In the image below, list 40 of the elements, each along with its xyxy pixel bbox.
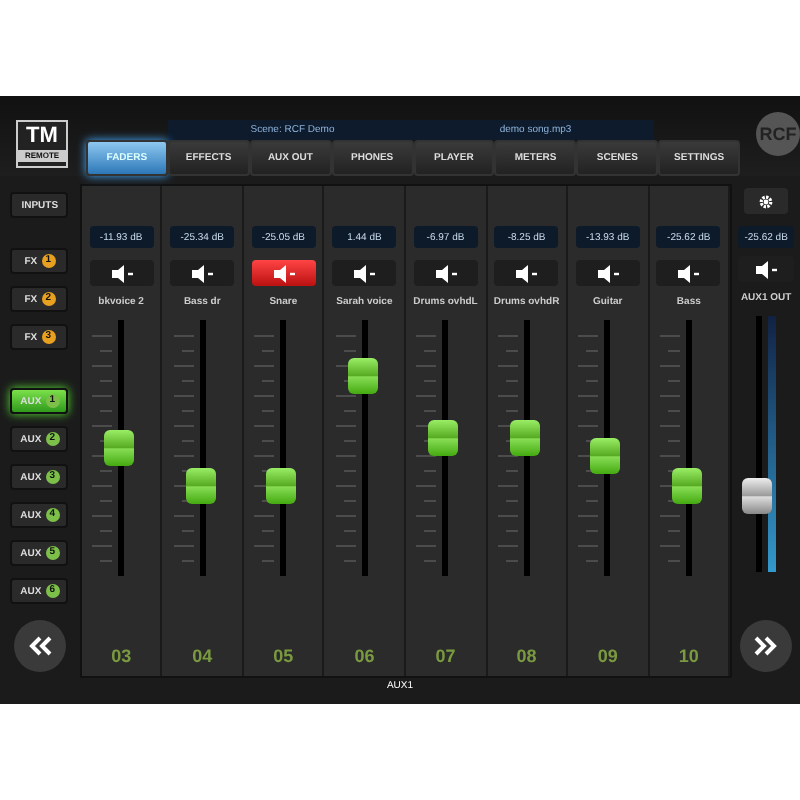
mute-button[interactable] (413, 260, 478, 286)
channel-number: 03 (111, 646, 132, 666)
fader-knob[interactable] (671, 468, 702, 505)
settings-icon (758, 193, 775, 209)
settings-button[interactable] (744, 188, 789, 214)
fader-knob[interactable] (104, 430, 135, 466)
speaker-icon (109, 263, 134, 283)
speaker-icon (676, 263, 701, 283)
mute-button[interactable] (170, 260, 235, 286)
mute-button[interactable] (251, 260, 316, 286)
mute-button[interactable] (89, 260, 154, 286)
speaker-icon (352, 263, 377, 283)
fader-knob[interactable] (590, 437, 621, 474)
speaker-icon (271, 263, 296, 283)
mute-button[interactable] (656, 260, 721, 286)
fader-knob[interactable] (347, 358, 378, 395)
speaker-icon (514, 263, 539, 283)
speaker-icon (754, 259, 779, 279)
fader-knob[interactable] (428, 419, 459, 456)
previous-page-button[interactable] (13, 620, 66, 672)
channel-number: 08 (516, 646, 537, 666)
channel-number: 07 (435, 646, 456, 666)
fader-knob[interactable] (742, 477, 773, 514)
mute-button[interactable] (332, 260, 397, 286)
channel-number: 05 (273, 646, 294, 666)
fader-knob[interactable] (185, 468, 216, 505)
channel-number: 06 (354, 646, 375, 666)
channel-number: 09 (597, 646, 618, 666)
speaker-icon (433, 263, 458, 283)
speaker-icon (595, 263, 620, 283)
next-page-button[interactable] (740, 620, 793, 672)
fader-knob[interactable] (266, 468, 297, 505)
double-chevron-right-icon (754, 636, 779, 656)
mute-button[interactable] (494, 260, 559, 286)
double-chevron-left-icon (27, 636, 52, 656)
speaker-icon (190, 263, 215, 283)
mute-button[interactable] (575, 260, 640, 286)
channel-number: 10 (678, 646, 699, 666)
fader-knob[interactable] (509, 419, 540, 456)
channel-number: 04 (192, 646, 213, 666)
